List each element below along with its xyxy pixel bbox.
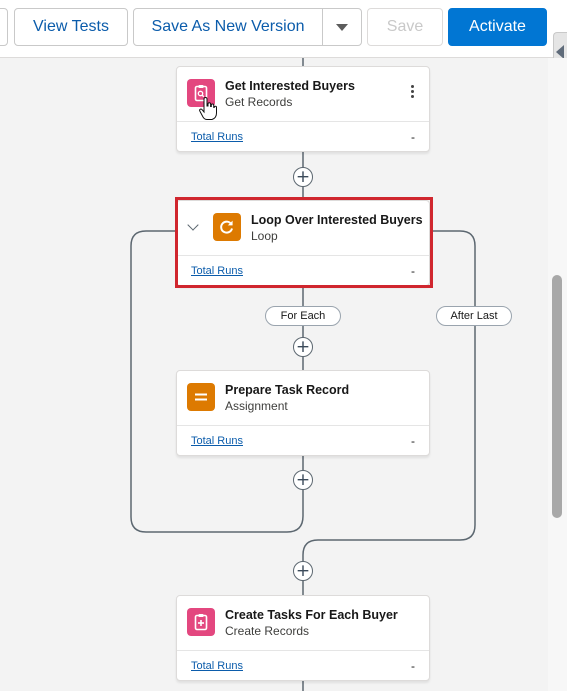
total-runs-link[interactable]: Total Runs bbox=[191, 131, 243, 143]
add-element-button[interactable]: + bbox=[293, 167, 313, 187]
node-title: Loop Over Interested Buyers bbox=[251, 213, 423, 227]
divider bbox=[177, 650, 429, 651]
hand-cursor-icon bbox=[199, 97, 217, 120]
for-each-label: For Each bbox=[265, 306, 341, 326]
chevron-left-icon bbox=[556, 45, 564, 59]
node-title: Create Tasks For Each Buyer bbox=[225, 608, 398, 622]
node-type: Loop bbox=[251, 229, 278, 243]
create-records-icon bbox=[187, 608, 215, 636]
node-type: Create Records bbox=[225, 624, 310, 638]
total-runs-link[interactable]: Total Runs bbox=[191, 265, 243, 277]
divider bbox=[177, 425, 429, 426]
divider bbox=[177, 255, 429, 256]
add-element-button[interactable]: + bbox=[293, 470, 313, 490]
flow-node-create-tasks-for-each-buyer[interactable]: Create Tasks For Each Buyer Create Recor… bbox=[176, 595, 430, 681]
collapse-chevron-icon[interactable] bbox=[187, 219, 199, 231]
add-element-button[interactable]: + bbox=[293, 337, 313, 357]
total-runs-value: - bbox=[411, 264, 415, 278]
total-runs-value: - bbox=[411, 434, 415, 448]
add-element-button[interactable]: + bbox=[293, 561, 313, 581]
divider bbox=[177, 121, 429, 122]
total-runs-link[interactable]: Total Runs bbox=[191, 435, 243, 447]
assignment-icon bbox=[187, 383, 215, 411]
total-runs-value: - bbox=[411, 659, 415, 673]
node-type: Assignment bbox=[225, 399, 288, 413]
node-title: Prepare Task Record bbox=[225, 383, 350, 397]
node-type: Get Records bbox=[225, 95, 293, 109]
after-last-label: After Last bbox=[436, 306, 512, 326]
total-runs-value: - bbox=[411, 130, 415, 144]
node-title: Get Interested Buyers bbox=[225, 79, 355, 93]
flow-node-prepare-task-record[interactable]: Prepare Task Record Assignment Total Run… bbox=[176, 370, 430, 456]
total-runs-link[interactable]: Total Runs bbox=[191, 660, 243, 672]
more-actions-icon[interactable] bbox=[411, 85, 415, 101]
scrollbar-thumb[interactable] bbox=[552, 275, 562, 518]
flow-node-loop-over-interested-buyers[interactable]: Loop Over Interested Buyers Loop Total R… bbox=[176, 200, 430, 286]
loop-icon bbox=[213, 213, 241, 241]
